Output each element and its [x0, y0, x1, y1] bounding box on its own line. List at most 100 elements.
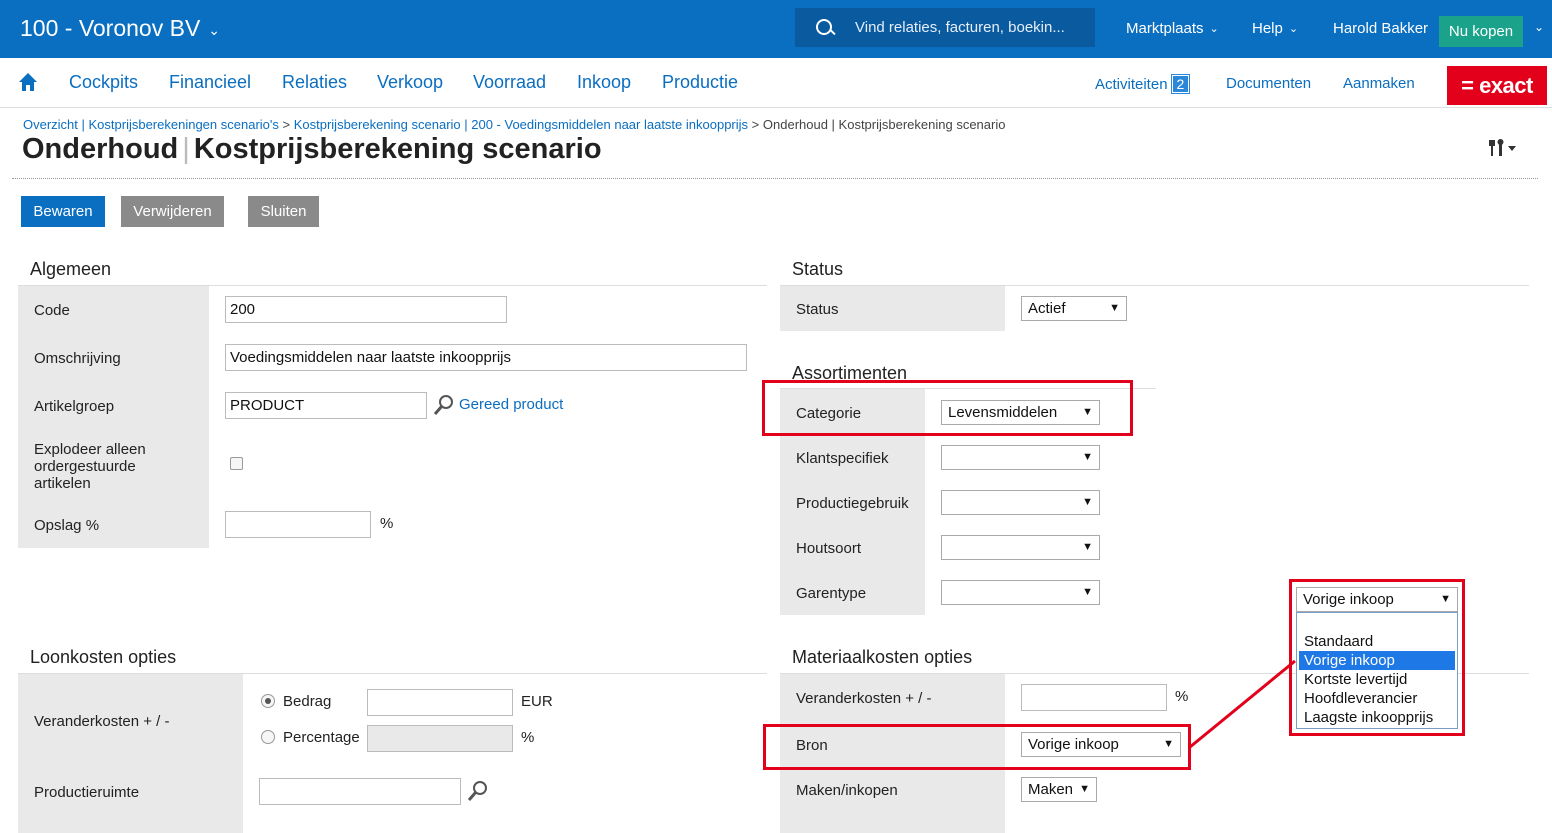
material-change-label: Veranderkosten + / -	[796, 690, 932, 707]
company-name: 100 - Voronov BV	[20, 15, 201, 41]
status-select[interactable]: Actief ▼	[1021, 296, 1127, 321]
customer-specific-select[interactable]: ▼	[941, 445, 1100, 470]
buy-now-button[interactable]: Nu kopen	[1439, 16, 1523, 47]
wood-type-label: Houtsoort	[796, 540, 862, 557]
home-icon[interactable]	[18, 72, 38, 92]
help-menu[interactable]: Help ⌄	[1252, 20, 1298, 37]
code-label: Code	[34, 302, 70, 319]
yarn-type-select[interactable]: ▼	[941, 580, 1100, 605]
option-standaard[interactable]: Standaard	[1299, 632, 1455, 651]
highlight-category	[762, 380, 1133, 436]
percentage-unit: %	[521, 729, 535, 746]
dropdown-arrow-icon: ▼	[1082, 451, 1093, 463]
search-input[interactable]	[855, 19, 1085, 36]
description-label: Omschrijving	[34, 350, 121, 367]
dropdown-arrow-icon: ▼	[1109, 302, 1120, 314]
nav-relaties[interactable]: Relaties	[282, 72, 347, 93]
breadcrumb-scenario-link[interactable]: Kostprijsberekening scenario | 200 - Voe…	[294, 117, 748, 132]
create-link[interactable]: Aanmaken	[1343, 75, 1415, 92]
option-hoofdleverancier[interactable]: Hoofdleverancier	[1299, 689, 1455, 708]
markup-input[interactable]	[225, 511, 371, 538]
status-select-value: Actief	[1028, 300, 1066, 317]
global-search[interactable]	[795, 8, 1095, 47]
production-space-label: Productieruimte	[34, 784, 140, 801]
save-button[interactable]: Bewaren	[21, 196, 105, 227]
amount-unit: EUR	[521, 693, 553, 710]
labor-change-label: Veranderkosten + / -	[34, 713, 170, 730]
nav-inkoop[interactable]: Inkoop	[577, 72, 631, 93]
search-icon	[815, 18, 835, 38]
page-title-part1: Onderhoud	[22, 133, 179, 165]
wood-type-select[interactable]: ▼	[941, 535, 1100, 560]
dropdown-arrow-icon: ▼	[1082, 496, 1093, 508]
breadcrumb-separator: >	[751, 117, 760, 132]
amount-radio-label: Bedrag	[283, 693, 332, 710]
general-section-title: Algemeen	[30, 259, 112, 279]
material-change-input[interactable]	[1021, 684, 1167, 711]
itemgroup-input[interactable]	[225, 392, 427, 419]
percentage-radio[interactable]	[261, 730, 275, 744]
user-name: Harold Bakker	[1333, 20, 1429, 37]
chevron-down-icon: ⌄	[1209, 23, 1219, 35]
main-navigation: Cockpits Financieel Relaties Verkoop Voo…	[0, 58, 1552, 108]
option-kortste-levertijd[interactable]: Kortste levertijd	[1299, 670, 1455, 689]
close-button[interactable]: Sluiten	[248, 196, 319, 227]
status-section-title: Status	[792, 259, 844, 279]
annotation-connector	[1189, 659, 1296, 749]
user-menu[interactable]: Harold Bakker	[1333, 20, 1428, 37]
delete-button[interactable]: Verwijderen	[121, 196, 224, 227]
description-input[interactable]	[225, 344, 747, 371]
exact-logo: = exact	[1447, 66, 1547, 105]
general-label-column	[18, 286, 209, 548]
breadcrumb-overview-link[interactable]: Overzicht | Kostprijsberekeningen scenar…	[23, 117, 279, 132]
code-input[interactable]	[225, 296, 507, 323]
production-usage-label: Productiegebruik	[796, 495, 909, 512]
chevron-down-icon: ⌄	[1288, 23, 1299, 35]
customer-specific-label: Klantspecifiek	[796, 450, 889, 467]
chevron-down-icon[interactable]: ⌄	[1534, 20, 1544, 34]
labor-section-title: Loonkosten opties	[30, 647, 177, 667]
nav-financieel[interactable]: Financieel	[169, 72, 251, 93]
source-popup-select[interactable]: Vorige inkoop ▼	[1296, 587, 1458, 612]
make-buy-label: Maken/inkopen	[796, 782, 898, 799]
amount-input[interactable]	[367, 689, 513, 716]
production-space-input[interactable]	[259, 778, 461, 805]
activities-link[interactable]: Activiteiten 2	[1095, 74, 1191, 94]
dropdown-arrow-icon: ▼	[1082, 586, 1093, 598]
activities-count-badge: 2	[1170, 74, 1191, 94]
status-label: Status	[796, 301, 839, 318]
title-divider	[12, 178, 1538, 179]
dropdown-arrow-icon: ▼	[1440, 593, 1451, 605]
dropdown-arrow-icon: ▼	[1082, 541, 1093, 553]
yarn-type-label: Garentype	[796, 585, 867, 602]
nav-productie[interactable]: Productie	[662, 72, 738, 93]
percentage-input[interactable]	[367, 725, 513, 752]
make-buy-select[interactable]: Maken ▼	[1021, 777, 1097, 802]
lookup-magnifier-icon[interactable]	[433, 394, 455, 416]
company-selector[interactable]: 100 - Voronov BV ⌄	[20, 15, 220, 42]
production-usage-select[interactable]: ▼	[941, 490, 1100, 515]
documents-link[interactable]: Documenten	[1226, 75, 1311, 92]
nav-voorraad[interactable]: Voorraad	[473, 72, 546, 93]
wrench-fork-icon	[1489, 139, 1516, 156]
lookup-magnifier-icon[interactable]	[467, 780, 489, 802]
explode-label: Explodeer alleen ordergestuurde artikele…	[34, 441, 146, 492]
labor-label-column	[18, 674, 243, 833]
source-options-list: Standaard Vorige inkoop Kortste levertij…	[1296, 612, 1458, 729]
option-vorige-inkoop[interactable]: Vorige inkoop	[1299, 651, 1455, 670]
markup-unit: %	[380, 515, 394, 532]
itemgroup-description-link[interactable]: Gereed product	[459, 396, 563, 413]
top-bar: 100 - Voronov BV ⌄ Marktplaats ⌄ Help ⌄ …	[0, 0, 1552, 58]
breadcrumb: Overzicht | Kostprijsberekeningen scenar…	[23, 117, 1005, 132]
amount-radio[interactable]	[261, 694, 275, 708]
tools-icon[interactable]	[1488, 138, 1518, 163]
source-popup-selected: Vorige inkoop	[1303, 591, 1394, 608]
nav-cockpits[interactable]: Cockpits	[69, 72, 138, 93]
option-laagste-inkoopprijs[interactable]: Laagste inkoopprijs	[1299, 708, 1455, 727]
breadcrumb-separator: >	[282, 117, 291, 132]
nav-verkoop[interactable]: Verkoop	[377, 72, 443, 93]
page-title-separator: |	[182, 133, 190, 165]
marketplace-menu[interactable]: Marktplaats ⌄	[1126, 20, 1219, 37]
help-label: Help	[1252, 20, 1283, 37]
explode-checkbox[interactable]	[230, 457, 243, 470]
